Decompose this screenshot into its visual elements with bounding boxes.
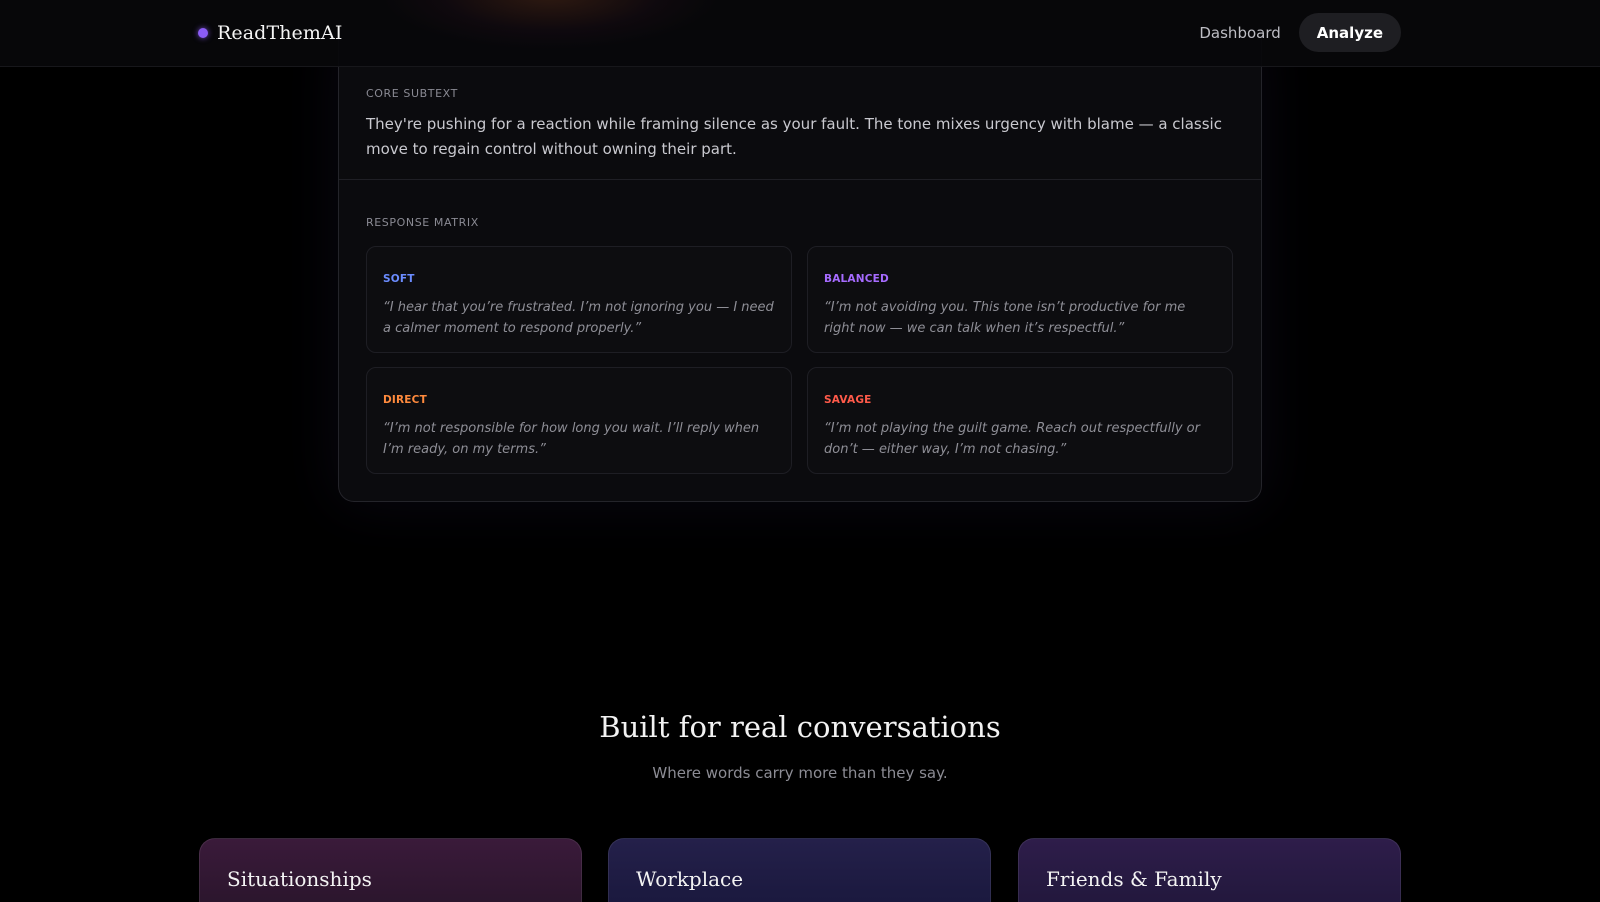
response-tag: BALANCED	[824, 273, 889, 285]
category-card-situationships[interactable]: Situationships	[199, 838, 582, 902]
brand-logo[interactable]: ReadThemAI	[198, 19, 342, 47]
response-card-soft[interactable]: SOFT “I hear that you’re frustrated. I’m…	[366, 246, 792, 353]
category-title: Friends & Family	[1046, 867, 1222, 891]
response-card-direct[interactable]: DIRECT “I’m not responsible for how long…	[366, 367, 792, 474]
section-title: Built for real conversations	[599, 710, 1001, 744]
nav-analyze-button[interactable]: Analyze	[1298, 13, 1401, 52]
category-card-friends-family[interactable]: Friends & Family	[1018, 838, 1401, 902]
response-matrix-grid: SOFT “I hear that you’re frustrated. I’m…	[366, 246, 1234, 476]
brand-name: ReadThemAI	[217, 22, 343, 44]
nav-dashboard-link[interactable]: Dashboard	[1199, 24, 1280, 42]
nav-links: Dashboard Analyze	[1199, 13, 1401, 52]
top-nav-bar: ReadThemAI Dashboard Analyze	[0, 0, 1600, 67]
page: ReadThemAI Dashboard Analyze CORE SUBTEX…	[0, 0, 1600, 902]
category-title: Situationships	[227, 867, 372, 891]
section-subtitle: Where words carry more than they say.	[652, 764, 948, 782]
response-card-savage[interactable]: SAVAGE “I’m not playing the guilt game. …	[807, 367, 1233, 474]
response-text: “I’m not playing the guilt game. Reach o…	[824, 421, 1200, 457]
response-card-balanced[interactable]: BALANCED “I’m not avoiding you. This ton…	[807, 246, 1233, 353]
response-text: “I hear that you’re frustrated. I’m not …	[383, 300, 774, 336]
brand-dot-icon	[198, 28, 208, 38]
core-subtext-label: CORE SUBTEXT	[366, 87, 458, 100]
response-tag: SAVAGE	[824, 394, 872, 406]
analysis-result-card: CORE SUBTEXT They're pushing for a react…	[338, 30, 1262, 502]
response-tag: SOFT	[383, 273, 415, 285]
category-title: Workplace	[636, 867, 744, 891]
response-text: “I’m not responsible for how long you wa…	[383, 421, 760, 457]
header-glow	[380, 0, 720, 50]
response-tag: DIRECT	[383, 394, 427, 406]
response-matrix-label: RESPONSE MATRIX	[366, 216, 479, 229]
response-text: “I’m not avoiding you. This tone isn’t p…	[824, 300, 1186, 336]
category-card-workplace[interactable]: Workplace	[608, 838, 991, 902]
core-subtext-body: They're pushing for a reaction while fra…	[366, 115, 1222, 158]
